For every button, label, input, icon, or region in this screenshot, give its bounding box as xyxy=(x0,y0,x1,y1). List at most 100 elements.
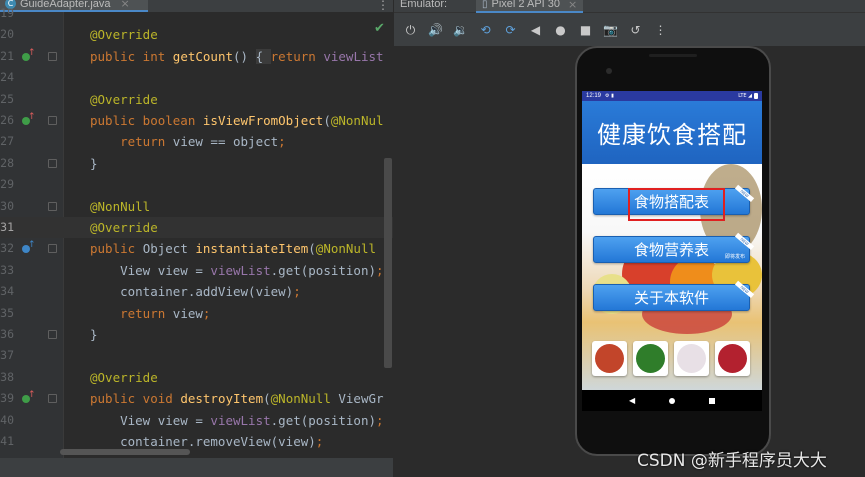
battery-icon xyxy=(754,93,758,99)
thumb-garlic[interactable] xyxy=(674,341,709,376)
speaker-grille xyxy=(649,54,697,57)
fold-marker-icon[interactable] xyxy=(48,330,57,339)
code-token: getCount xyxy=(172,48,234,64)
code-token: @NonNull xyxy=(270,391,339,407)
device-icon: ▯ xyxy=(482,0,488,10)
line-number: 34 xyxy=(0,284,14,299)
code-text: return view; xyxy=(90,303,210,324)
nav-recents-icon[interactable] xyxy=(709,397,715,404)
code-line[interactable]: 28} xyxy=(0,153,393,174)
fold-marker-icon[interactable] xyxy=(48,394,57,404)
device-tab[interactable]: ▯ Pixel 2 API 30 × xyxy=(476,0,584,13)
code-token: Object xyxy=(142,241,196,257)
code-token: @Override xyxy=(90,27,158,43)
implement-marker-icon[interactable]: ↑ xyxy=(22,241,36,254)
emulator-toolbar: ⏻ 🔊 🔉 ⟲ ⟳ ◀ ● ■ 📷 ↺ ⋮ xyxy=(394,14,865,46)
code-line[interactable]: 32 ↑ public Object instantiateItem(@NonNul… xyxy=(0,238,393,259)
volume-up-icon[interactable]: 🔊 xyxy=(423,18,448,42)
line-number: 37 xyxy=(0,348,14,363)
code-line[interactable]: 33 View view = viewList.get(position); xyxy=(0,260,393,281)
code-line[interactable]: 25 @Override xyxy=(0,89,393,110)
line-number: 26 xyxy=(0,113,14,127)
about-label: 关于本软件 xyxy=(633,289,709,307)
home-icon[interactable]: ● xyxy=(548,18,573,42)
thumb-crab[interactable] xyxy=(592,341,627,376)
power-icon[interactable]: ⏻ xyxy=(398,18,423,42)
code-line[interactable]: 31 @Override xyxy=(0,217,393,239)
line-number: 24 xyxy=(0,70,14,85)
thumb-meat-image xyxy=(718,344,747,373)
thumb-meat[interactable] xyxy=(715,341,750,376)
code-line[interactable]: 19 xyxy=(0,3,393,24)
code-line[interactable]: 27 return view == object; xyxy=(0,131,393,152)
phone-screen[interactable]: 12:19 ⚙ ▮ LTE ◢ 健康饮食搭配 食物搭配表 NEW 食物营养表 N… xyxy=(582,91,762,411)
code-token: ; xyxy=(376,262,384,278)
code-line[interactable]: 36} xyxy=(0,324,393,345)
code-line[interactable]: 38 @Override xyxy=(0,367,393,388)
code-line[interactable]: 35 return view; xyxy=(0,303,393,324)
nav-back-icon[interactable]: ◀ xyxy=(629,396,635,405)
code-token: View view = xyxy=(90,412,211,428)
code-line[interactable]: 41 container.removeView(view); xyxy=(0,431,393,452)
code-token: ( xyxy=(308,241,316,257)
code-line[interactable]: 29 xyxy=(0,174,393,195)
code-token: return xyxy=(120,134,173,150)
close-icon[interactable]: × xyxy=(568,0,577,11)
override-marker-icon[interactable]: ↑ xyxy=(22,48,36,62)
status-bar: 12:19 ⚙ ▮ LTE ◢ xyxy=(582,91,762,101)
food-nutrition-button[interactable]: 食物营养表 NEW 即将发布 xyxy=(593,232,755,263)
code-token: ( xyxy=(263,391,271,407)
highlight-annotation xyxy=(628,188,725,221)
rotate-right-icon[interactable]: ⟳ xyxy=(498,18,523,42)
fold-marker-icon[interactable] xyxy=(48,158,57,168)
nav-home-icon[interactable] xyxy=(669,397,676,404)
volume-down-icon[interactable]: 🔉 xyxy=(448,18,473,42)
fold-marker-icon[interactable] xyxy=(48,201,57,211)
code-token: destroyItem xyxy=(180,391,264,407)
about-button[interactable]: 关于本软件 NEW xyxy=(593,280,755,311)
vertical-scrollbar[interactable] xyxy=(384,158,392,368)
code-token: container.addView(view) xyxy=(90,284,294,300)
front-camera xyxy=(606,68,612,74)
coming-soon-tag: 即将发布 xyxy=(724,254,745,260)
screenshot-icon[interactable]: 📷 xyxy=(598,18,623,42)
thumb-garlic-image xyxy=(677,344,706,373)
thumb-spinach[interactable] xyxy=(633,341,668,376)
code-token: @NonNull xyxy=(90,198,151,214)
rotate-left-icon[interactable]: ⟲ xyxy=(473,18,498,42)
code-line[interactable]: 30 @NonNull xyxy=(0,196,393,217)
code-line[interactable]: 20 @Override xyxy=(0,24,393,45)
code-text: @Override xyxy=(90,89,158,110)
code-line[interactable]: 24 xyxy=(0,67,393,88)
fold-marker-icon[interactable] xyxy=(48,244,57,254)
code-line[interactable]: 40 View view = viewList.get(position); xyxy=(0,410,393,431)
more-icon[interactable]: ⋮ xyxy=(648,18,673,42)
line-number: 28 xyxy=(0,155,14,170)
code-line[interactable]: 34 container.addView(view); xyxy=(0,281,393,302)
override-marker-icon[interactable]: ↑ xyxy=(22,391,36,404)
code-text: public boolean isViewFromObject(@NonNul xyxy=(90,110,384,131)
fold-marker-icon[interactable] xyxy=(48,116,57,125)
code-token: ; xyxy=(278,134,286,150)
back-icon[interactable]: ◀ xyxy=(523,18,548,42)
code-line[interactable]: 26 ↑ public boolean isViewFromObject(@NonN… xyxy=(0,110,393,131)
code-token: return xyxy=(270,48,324,64)
fold-marker-icon[interactable] xyxy=(48,51,57,61)
thumb-spinach-image xyxy=(636,344,665,373)
snapshot-icon[interactable]: ↺ xyxy=(623,18,648,42)
code-token: public xyxy=(90,241,143,257)
code-editor[interactable]: C GuideAdapter.java × ⋮ 19 20 @Override 21 ↑… xyxy=(0,0,393,477)
emulator-label: Emulator: xyxy=(400,0,448,10)
emulator-header: Emulator: ▯ Pixel 2 API 30 × xyxy=(394,0,865,13)
code-line[interactable]: 37 xyxy=(0,345,393,366)
code-token: container.removeView(view) xyxy=(90,434,316,449)
override-marker-icon[interactable]: ↑ xyxy=(22,113,36,126)
horizontal-scrollbar[interactable] xyxy=(60,449,190,455)
device-tab-label: Pixel 2 API 30 xyxy=(491,0,561,10)
line-number: 20 xyxy=(0,27,14,42)
inspection-ok-icon[interactable]: ✔ xyxy=(374,21,385,36)
overview-icon[interactable]: ■ xyxy=(573,18,598,42)
code-line[interactable]: 21 ↑ public int getCount() { return viewLi… xyxy=(0,46,393,67)
code-line[interactable]: 39 ↑ public void destroyItem(@NonNull View… xyxy=(0,388,393,409)
